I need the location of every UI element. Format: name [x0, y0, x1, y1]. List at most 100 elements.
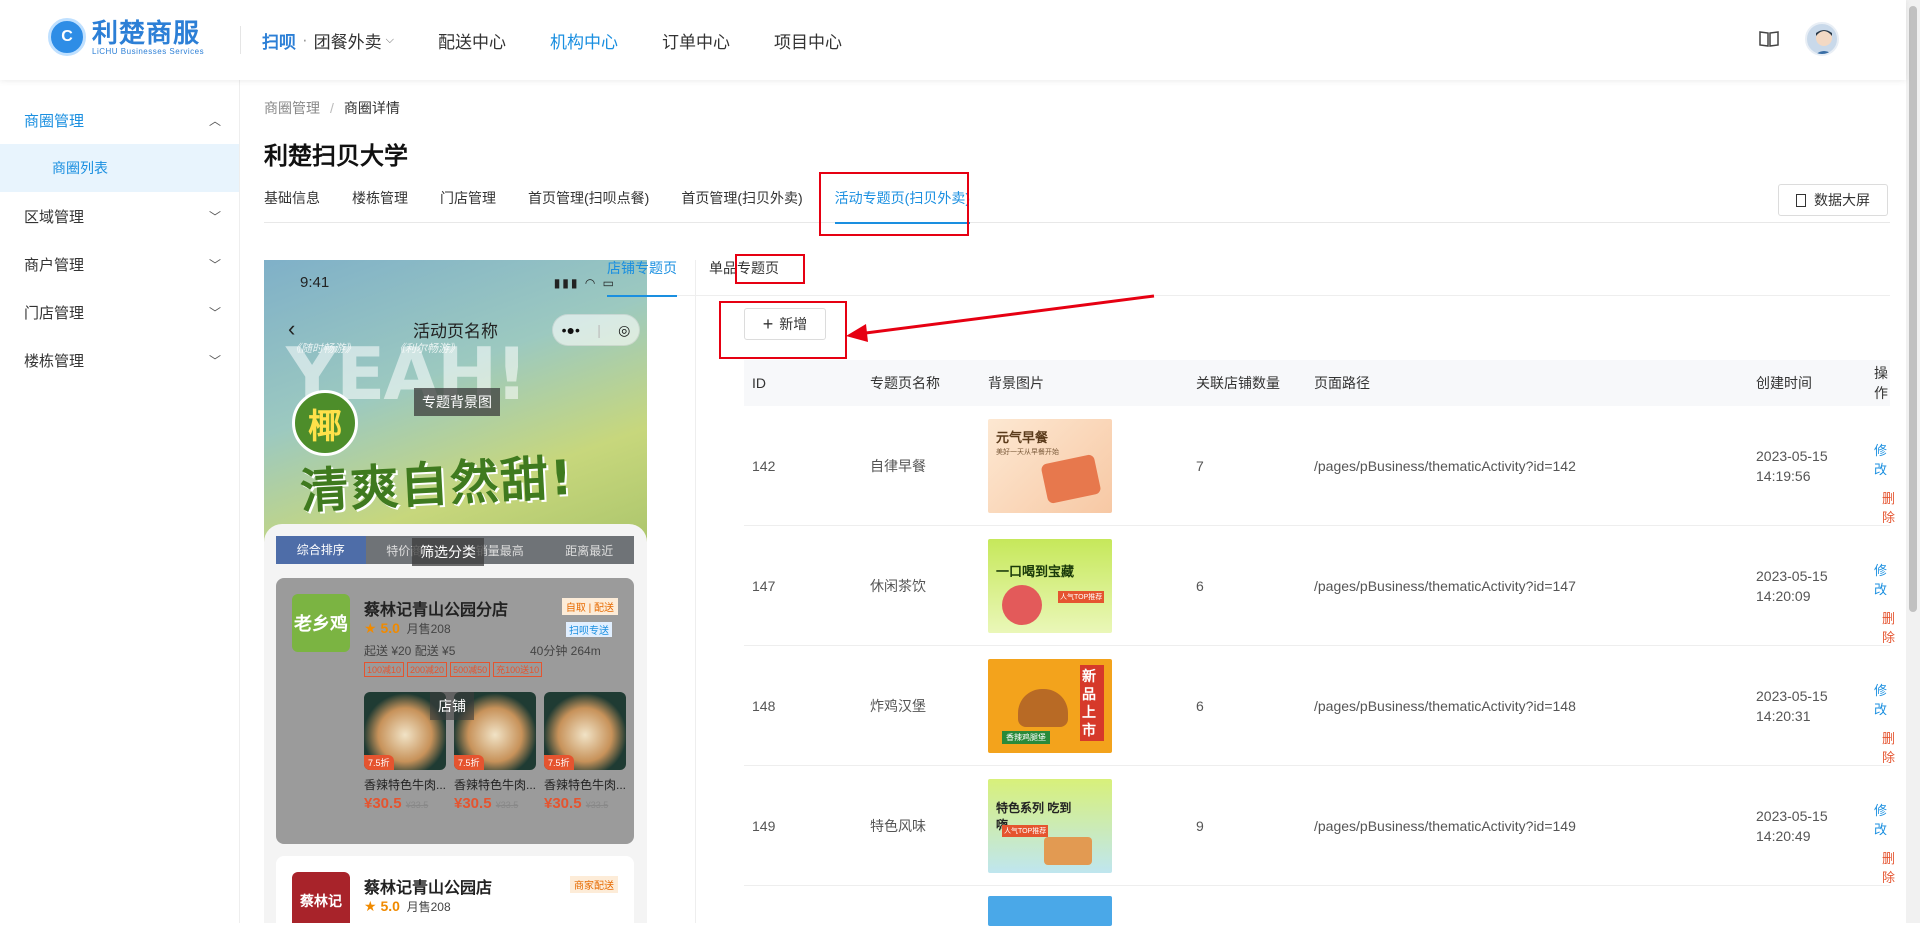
tab-store[interactable]: 门店管理: [440, 189, 496, 223]
col-created: 创建时间: [1756, 375, 1812, 391]
thumb-title: 元气早餐: [996, 429, 1049, 445]
dish-image: 7.5折: [544, 692, 626, 770]
dish-price: ¥30.5: [454, 795, 492, 812]
filter-composite[interactable]: 综合排序: [276, 536, 366, 564]
cell-created: 2023-05-15 14:20:09: [1756, 566, 1828, 606]
nav-label: 团餐外卖: [313, 32, 382, 52]
annotation-highlight-add: [719, 301, 847, 359]
shop-logo: 蔡林记: [292, 872, 350, 923]
tab-home-order[interactable]: 首页管理(扫呗点餐): [528, 189, 649, 223]
thumb-subtitle: 香辣鸡腿堡: [1002, 730, 1050, 744]
tab-home-takeout[interactable]: 首页管理(扫贝外卖): [681, 189, 802, 223]
nav-brand-saobei[interactable]: 扫呗: [262, 28, 296, 53]
edit-link[interactable]: 修改: [1874, 800, 1895, 838]
cell-path: /pages/pBusiness/thematicActivity?id=142: [1314, 457, 1576, 474]
table-row: 148 炸鸡汉堡 新品上市 香辣鸡腿堡 6 /pages/pBusiness/t…: [744, 646, 1895, 766]
page-scrollbar-thumb[interactable]: [1909, 6, 1917, 612]
shop-name: 蔡林记青山公园分店: [364, 602, 509, 619]
dish-price-row: ¥30.5 ¥33.5: [364, 795, 446, 812]
cell-created: 2023-05-15 14:20:49: [1756, 806, 1828, 846]
filter-distance[interactable]: 距离最近: [545, 542, 635, 559]
cell-time: 14:19:56: [1756, 467, 1811, 484]
nav-tuancan-dropdown[interactable]: · 团餐外卖 ⌵: [302, 28, 394, 53]
delete-link[interactable]: 删除: [1882, 728, 1895, 766]
shop-rating: 5.0: [380, 620, 400, 636]
cell-date: 2023-05-15: [1756, 807, 1828, 824]
table-row: 149 特色风味 特色系列 吃到嗨 人气TOP推荐 9 /pages/pBusi…: [744, 766, 1895, 886]
topic-thumbnail[interactable]: 特色系列 吃到嗨 人气TOP推荐: [988, 778, 1112, 873]
edit-link[interactable]: 修改: [1874, 680, 1895, 718]
dish-card[interactable]: 7.5折 香辣特色牛肉... ¥30.5 ¥33.5: [544, 692, 626, 812]
top-nav: 扫呗 · 团餐外卖 ⌵ 配送中心 机构中心 订单中心 项目中心: [262, 0, 886, 80]
sidebar-item-shangquan-list[interactable]: 商圈列表: [0, 144, 239, 192]
topic-thumbnail[interactable]: 一口喝到宝藏 人气TOP推荐: [988, 538, 1112, 633]
delete-link[interactable]: 删除: [1882, 488, 1895, 526]
phone-time: 9:41: [300, 274, 330, 291]
sidebar-group-merchant[interactable]: 商户管理 ﹀: [0, 240, 239, 288]
edit-link[interactable]: 修改: [1874, 440, 1895, 478]
bg-overlay-label: 专题背景图: [414, 388, 500, 416]
dish-name: 香辣特色牛肉...: [544, 778, 626, 792]
document-icon: [1796, 193, 1806, 207]
nav-project-center[interactable]: 项目中心: [774, 28, 842, 53]
topic-thumbnail[interactable]: [988, 896, 1112, 926]
dish-name: 香辣特色牛肉...: [364, 778, 446, 792]
topic-thumbnail[interactable]: 新品上市 香辣鸡腿堡: [988, 658, 1112, 753]
book-icon[interactable]: [1759, 30, 1779, 48]
tab-building[interactable]: 楼栋管理: [352, 189, 408, 223]
cell-time: 14:20:09: [1756, 587, 1811, 604]
phone-preview: 《随时畅游》 《利尔畅游》 YEAH! 椰 清爽自然甜! 9:41 ▮▮▮ ◠ …: [264, 260, 647, 923]
cell-actions: 修改 删除: [1874, 440, 1895, 526]
more-icon[interactable]: •●•: [562, 322, 580, 338]
promo-tag: 200减20: [407, 662, 448, 677]
mini-program-capsule[interactable]: •●• | ◎: [552, 314, 640, 346]
user-avatar[interactable]: [1805, 22, 1839, 56]
chevron-down-icon: ﹀: [208, 354, 221, 368]
nav-org-center[interactable]: 机构中心: [550, 28, 618, 53]
table-header: ID 专题页名称 背景图片 关联店铺数量 页面路径 创建时间 操作: [744, 360, 1890, 406]
tab-shop-topic[interactable]: 店铺专题页: [607, 258, 677, 297]
topic-thumbnail[interactable]: 元气早餐 美好一天从早餐开始: [988, 418, 1112, 513]
delivery-badge: 扫呗专送: [566, 622, 612, 637]
annotation-highlight-subtab: [735, 254, 805, 284]
data-screen-button[interactable]: 数据大屏: [1778, 184, 1888, 216]
shop-card[interactable]: 蔡林记 蔡林记青山公园店 商家配送 ★ 5.0 月售208: [276, 856, 634, 923]
dish-discount: 7.5折: [544, 755, 574, 770]
sidebar-group-store[interactable]: 门店管理 ﹀: [0, 288, 239, 336]
sidebar-group-region[interactable]: 区域管理 ﹀: [0, 192, 239, 240]
breadcrumb-parent[interactable]: 商圈管理: [264, 100, 320, 116]
cell-count: 6: [1196, 577, 1204, 594]
shop-rating-row: ★ 5.0 月售208: [364, 898, 451, 915]
table-row: 142 自律早餐 元气早餐 美好一天从早餐开始 7 /pages/pBusine…: [744, 406, 1895, 526]
phone-status-bar: 9:41 ▮▮▮ ◠ ▭: [300, 274, 630, 291]
shop-eta: 40分钟 264m: [530, 644, 601, 658]
nav-order-center[interactable]: 订单中心: [662, 28, 730, 53]
table-row: [744, 886, 1890, 926]
cell-created: 2023-05-15 14:19:56: [1756, 446, 1828, 486]
chevron-down-icon: ﹀: [208, 210, 221, 224]
nav-delivery-center[interactable]: 配送中心: [438, 28, 506, 53]
logo[interactable]: C 利楚商服 LiCHU Businesses Services: [48, 18, 204, 56]
edit-link[interactable]: 修改: [1874, 560, 1895, 598]
sidebar-group-building[interactable]: 楼栋管理 ﹀: [0, 336, 239, 384]
tab-basic-info[interactable]: 基础信息: [264, 189, 320, 223]
cell-date: 2023-05-15: [1756, 447, 1828, 464]
delete-link[interactable]: 删除: [1882, 848, 1895, 886]
thumb-subtitle: 人气TOP推荐: [1002, 824, 1049, 837]
bg-coco-badge: 椰: [292, 390, 358, 456]
sidebar-group-label: 门店管理: [24, 304, 85, 322]
delete-link[interactable]: 删除: [1882, 608, 1895, 646]
cell-time: 14:20:31: [1756, 707, 1811, 724]
sidebar-group-shangquan[interactable]: 商圈管理 ︿: [0, 96, 239, 144]
thumb-title: 一口喝到宝藏: [996, 563, 1075, 579]
col-id: ID: [752, 375, 766, 391]
shop-rating: 5.0: [380, 898, 400, 914]
close-target-icon[interactable]: ◎: [618, 322, 630, 339]
dish-original-price: ¥33.5: [405, 800, 429, 810]
shop-sales: 月售208: [406, 900, 451, 914]
cell-id: 148: [752, 697, 776, 714]
cell-name: 自律早餐: [870, 457, 926, 474]
dish-price-row: ¥30.5 ¥33.5: [454, 795, 536, 812]
cell-id: 142: [752, 457, 776, 474]
shop-logo: 老乡鸡: [292, 594, 350, 652]
